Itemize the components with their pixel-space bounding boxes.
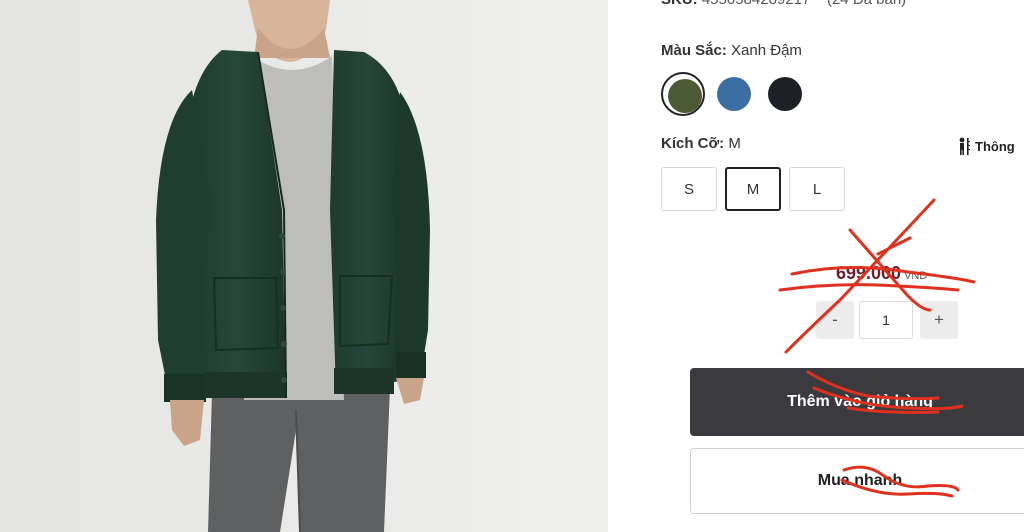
price-amount: 699.000 (836, 263, 902, 283)
model-wearing-cardigan-illustration (0, 0, 608, 532)
size-label: Kích Cỡ: (661, 135, 725, 152)
selected-color-value: Xanh Đậm (731, 42, 802, 59)
sku-value: 4550584289217 (702, 0, 810, 8)
price-currency: VND (904, 270, 928, 282)
size-guide-link[interactable]: Thông (958, 137, 1015, 155)
product-image (0, 0, 608, 532)
size-option-l[interactable]: L (789, 167, 845, 211)
selected-size-value: M (728, 135, 741, 152)
sku-label: SKU: (661, 0, 698, 8)
color-swatch-dark-green[interactable] (661, 72, 705, 116)
size-option-s[interactable]: S (661, 167, 717, 211)
sku-line: SKU: 4550584289217 (24 Đã bán) (661, 0, 906, 8)
size-option-m[interactable]: M (725, 167, 781, 211)
person-ruler-icon (959, 137, 970, 155)
buy-now-button[interactable]: Mua nhanh (690, 448, 1024, 514)
color-swatch-blue[interactable] (712, 72, 756, 116)
product-details-panel: SKU: 4550584289217 (24 Đã bán) Màu Sắc: … (608, 0, 1024, 532)
color-label-row: Màu Sắc: Xanh Đậm (661, 42, 802, 59)
quantity-input[interactable]: 1 (859, 301, 913, 339)
sold-count: (24 Đã bán) (827, 0, 906, 8)
quantity-increase-button[interactable]: + (920, 301, 958, 339)
color-swatch-black[interactable] (763, 72, 807, 116)
color-label: Màu Sắc: (661, 42, 727, 59)
price: 699.000 VND (836, 263, 927, 284)
size-guide-label: Thông (975, 138, 1015, 154)
size-label-row: Kích Cỡ: M (661, 135, 741, 152)
quantity-decrease-button[interactable]: - (816, 301, 854, 339)
add-to-cart-button[interactable]: Thêm vào giỏ hàng (690, 368, 1024, 436)
